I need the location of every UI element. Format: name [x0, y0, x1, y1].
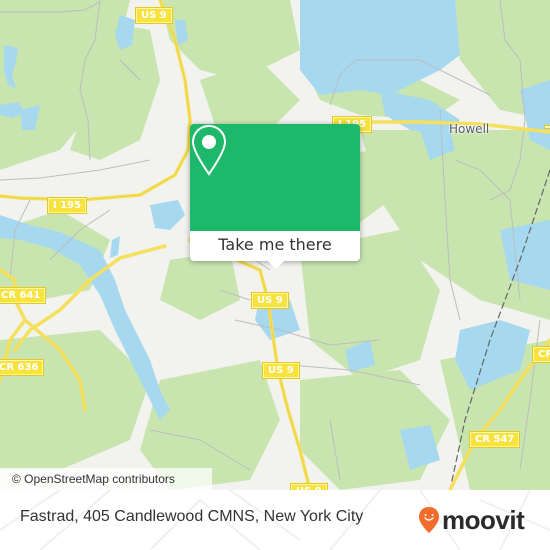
moovit-logo[interactable]: moovit [418, 504, 525, 536]
road-shield-cr547: CR 547 [470, 432, 520, 447]
place-label-howell: Howell [449, 122, 490, 136]
popup-pointer [267, 260, 285, 269]
road-shield-us9: US 9 [252, 293, 288, 308]
map-pin-icon [191, 124, 227, 176]
map[interactable]: US 9 I 195 I 195 CR 641 CR 636 US 9 US 9… [0, 0, 550, 490]
moovit-smiley-pin-icon [419, 507, 439, 533]
moovit-wordmark: moovit [442, 504, 525, 535]
location-popup: Take me there [190, 124, 360, 269]
road-shield-us9: US 9 [263, 363, 299, 378]
popup-header [190, 124, 360, 231]
footer: Fastrad, 405 Candlewood CMNS, New York C… [0, 490, 550, 550]
road-shield-i195: I 195 [48, 198, 87, 213]
road-shield-us9: US 9 [136, 8, 172, 23]
take-me-there-button[interactable]: Take me there [190, 231, 360, 261]
road-shield-cr636: CR 636 [0, 360, 44, 375]
address-text: Fastrad, 405 Candlewood CMNS, New York C… [20, 508, 364, 525]
road-shield-cr: CR [533, 347, 550, 362]
road-shield-cr641: CR 641 [0, 288, 46, 303]
map-attribution[interactable]: © OpenStreetMap contributors [0, 468, 212, 490]
road-shield-partial [545, 126, 550, 128]
